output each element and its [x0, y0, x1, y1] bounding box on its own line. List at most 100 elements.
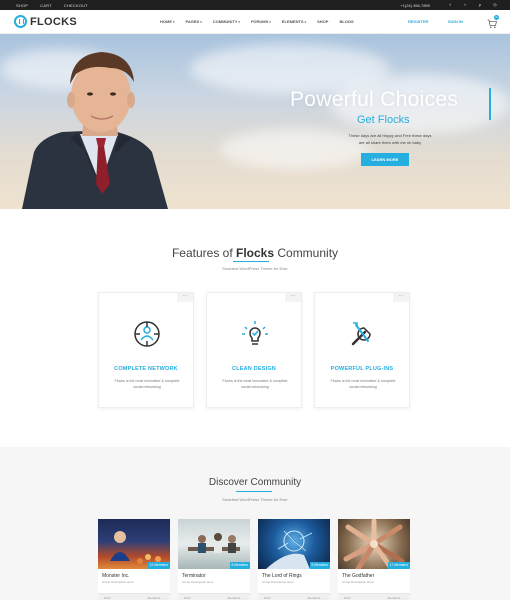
community-card[interactable]: 12 Members Monster Inc. Group Descriptio… [98, 519, 170, 600]
logo-icon [14, 15, 27, 28]
members-badge: 8 Members [229, 562, 250, 569]
members-badge: 17 Members [387, 562, 410, 569]
nav-forums[interactable]: FORUMS▾ [251, 19, 271, 24]
nav-community[interactable]: COMMUNITY▾ [213, 19, 240, 24]
hero-subtitle: Get Flocks [357, 114, 410, 126]
community-name[interactable]: Terminator [182, 573, 206, 579]
cart-icon [487, 19, 497, 29]
members-badge: 5 Members [309, 562, 330, 569]
top-link-cart[interactable]: CART [40, 3, 52, 8]
pinterest-icon[interactable]: p [477, 2, 483, 8]
discover-subtitle: Smartest WordPress Theme for Ever [222, 497, 288, 502]
features-title-brand: Flocks [236, 246, 275, 260]
cart-count-badge: 0 [494, 15, 499, 20]
community-card[interactable]: 8 Members Terminator Group Description H… [178, 519, 250, 600]
feature-card-network[interactable]: ··· COMPLETE NETWORK Flocks is the most … [98, 292, 194, 408]
features-title-prefix: Features of [171, 246, 236, 260]
learn-more-button[interactable]: LEARN MORE [361, 153, 409, 166]
card-footer-left: 2017 [184, 596, 191, 600]
nav-home[interactable]: HOME▾ [160, 19, 175, 24]
chevron-down-icon: ▾ [304, 20, 307, 24]
top-links: SHOP CART CHECKOUT [16, 3, 88, 8]
top-link-shop[interactable]: SHOP [16, 3, 28, 8]
main-header: FLOCKS HOME▾ PAGES▾ COMMUNITY▾ FORUMS▾ E… [0, 10, 510, 34]
top-right: +1(24) 456-7890 f t p ◎ [400, 2, 498, 8]
community-name[interactable]: Monster Inc. [102, 573, 130, 579]
members-badge: 12 Members [147, 562, 170, 569]
community-name[interactable]: The Lord of Rings [262, 573, 302, 579]
logo-text: FLOCKS [30, 15, 78, 28]
community-description: Group Description Here [262, 580, 294, 584]
logo[interactable]: FLOCKS [14, 15, 77, 28]
chevron-down-icon: ▾ [238, 20, 240, 24]
features-title: Features of Flocks Community [0, 246, 510, 260]
card-footer-left: 2017 [104, 596, 111, 600]
chevron-down-icon: ▾ [269, 20, 271, 24]
hero-description: These days are all Happy and Free these … [335, 132, 445, 146]
nav-elements[interactable]: ELEMENTS▾ [282, 19, 306, 24]
feature-description: Flocks is the most innovative & complete… [114, 379, 180, 389]
chevron-down-icon: ▾ [173, 20, 175, 24]
register-link[interactable]: REGISTER [408, 19, 428, 24]
community-description: Group Description Here [342, 580, 374, 584]
hero-accent-bar [489, 88, 491, 120]
feature-description: Flocks is the most innovative & complete… [222, 379, 288, 389]
feature-name: COMPLETE NETWORK [114, 366, 178, 372]
card-footer-link[interactable]: Members → [148, 596, 164, 600]
features-subtitle: Smartest WordPress Theme for Ever [222, 266, 288, 271]
hero-desc-line1: These days are all Happy and Free these … [348, 133, 432, 138]
feature-card-design[interactable]: ··· CLEAN DESIGN Flocks is the most inno… [206, 292, 302, 408]
hero-banner: Powerful Choices Get Flocks These days a… [0, 34, 510, 209]
card-footer-link[interactable]: Members → [228, 596, 244, 600]
discover-title: Discover Community [208, 477, 302, 488]
wrench-icon [351, 322, 371, 346]
chevron-down-icon: ▾ [200, 20, 202, 24]
card-footer-link[interactable]: Members → [308, 596, 324, 600]
community-card[interactable]: 5 Members The Lord of Rings Group Descri… [258, 519, 330, 600]
network-icon [134, 321, 160, 347]
top-bar: SHOP CART CHECKOUT +1(24) 456-7890 f t p… [0, 0, 510, 10]
nav-pages[interactable]: PAGES▾ [186, 19, 202, 24]
phone-number: +1(24) 456-7890 [400, 2, 430, 8]
nav-community-label: COMMUNITY [212, 19, 238, 24]
community-description: Group Description Here [102, 580, 134, 584]
discover-section: Discover Community Smartest WordPress Th… [0, 447, 510, 600]
feature-name: POWERFUL PLUG-INS [330, 366, 394, 372]
feature-card-plugins[interactable]: ··· POWERFUL PLUG-INS Flocks is the most… [314, 292, 410, 408]
nav-pages-label: PAGES [185, 19, 200, 24]
signin-link[interactable]: SIGN IN [448, 19, 463, 24]
card-footer: 2017 Members → [178, 593, 250, 600]
card-footer: 2017 Members → [258, 593, 330, 600]
top-link-checkout[interactable]: CHECKOUT [64, 3, 88, 8]
community-name[interactable]: The Godfather [342, 573, 374, 579]
more-options-icon[interactable]: ··· [285, 293, 301, 302]
card-footer-left: 2017 [344, 596, 351, 600]
more-options-icon[interactable]: ··· [177, 293, 193, 302]
feature-description: Flocks is the most innovative & complete… [330, 379, 396, 389]
nav-shop[interactable]: SHOP [317, 19, 328, 24]
title-underline [233, 261, 269, 262]
twitter-icon[interactable]: t [462, 2, 468, 8]
community-description: Group Description Here [182, 580, 214, 584]
nav-home-label: HOME [160, 19, 172, 24]
title-underline [236, 491, 272, 492]
lightbulb-icon [242, 321, 268, 345]
facebook-icon[interactable]: f [447, 2, 453, 8]
card-footer-link[interactable]: Members → [388, 596, 404, 600]
hero-title: Powerful Choices [290, 88, 459, 111]
hero-person-image [22, 52, 168, 209]
feature-name: CLEAN DESIGN [232, 366, 276, 372]
nav-elements-label: ELEMENTS [281, 19, 304, 24]
hero-desc-line2: are all share them with me oh baby [358, 140, 422, 145]
card-footer: 2017 Members → [98, 593, 170, 600]
cart-button[interactable]: 0 [487, 15, 499, 29]
main-nav: HOME▾ PAGES▾ COMMUNITY▾ FORUMS▾ ELEMENTS… [160, 19, 354, 24]
nav-forums-label: FORUMS [250, 19, 269, 24]
more-options-icon[interactable]: ··· [393, 293, 409, 302]
features-title-suffix: Community [274, 246, 339, 260]
card-footer: 2017 Members → [338, 593, 410, 600]
instagram-icon[interactable]: ◎ [492, 2, 498, 8]
nav-blogs[interactable]: BLOGS [339, 19, 353, 24]
card-footer-left: 2017 [264, 596, 271, 600]
community-card[interactable]: 17 Members The Godfather Group Descripti… [338, 519, 410, 600]
